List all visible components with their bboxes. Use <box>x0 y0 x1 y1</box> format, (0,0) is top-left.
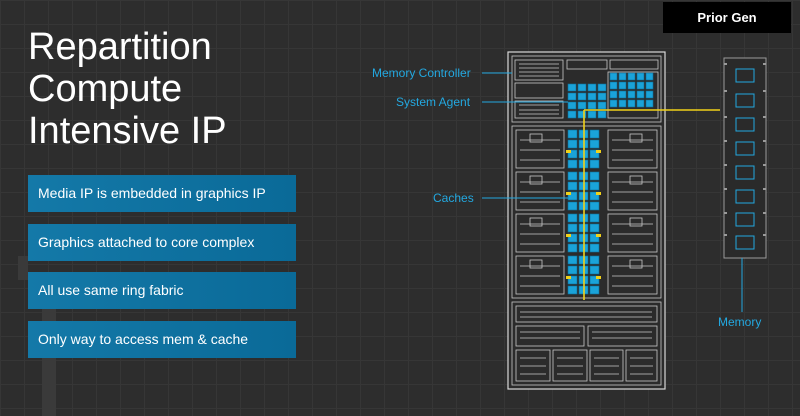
memory-label: Memory <box>718 315 762 329</box>
system-agent-label: System Agent <box>396 95 471 109</box>
chip-diagram <box>482 51 767 390</box>
memory-controller-label: Memory Controller <box>372 66 471 80</box>
memory-module <box>723 57 767 259</box>
caches-label: Caches <box>433 191 474 205</box>
